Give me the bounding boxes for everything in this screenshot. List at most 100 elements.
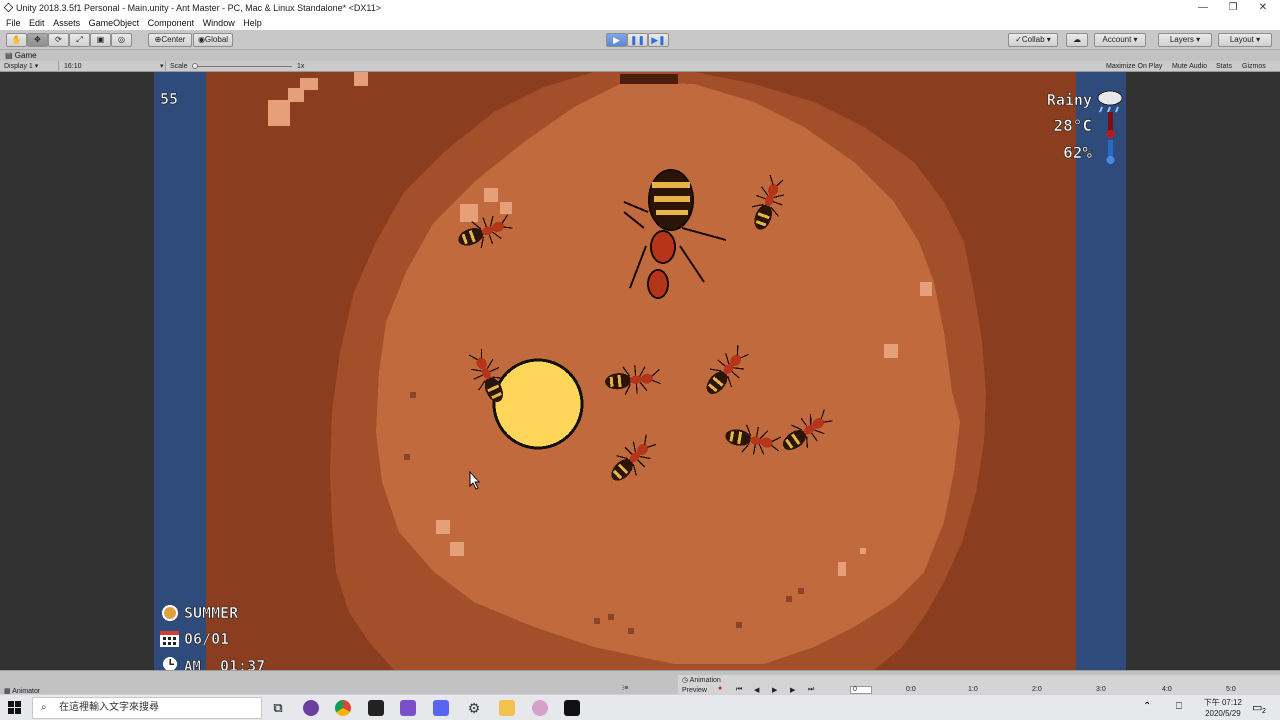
record-icon[interactable]: ● <box>718 685 722 692</box>
mute-audio-toggle[interactable]: Mute Audio <box>1172 62 1207 71</box>
scale-tool-button[interactable]: ⤢ <box>69 33 90 47</box>
account-label: Account <box>1102 35 1132 44</box>
aspect-label: 16:10 <box>64 63 82 70</box>
task-view-icon[interactable]: ⧉ <box>270 700 286 716</box>
search-placeholder: 在這裡輸入文字來搜尋 <box>59 702 159 713</box>
timeline-tick: 1:0 <box>968 686 978 693</box>
menu-gameobject[interactable]: GameObject <box>89 16 140 30</box>
visual-studio-icon[interactable] <box>400 700 416 716</box>
scale-slider[interactable] <box>194 66 292 67</box>
game-view[interactable]: 55 Rainy 28°C 62% SUMMER 06/01 AM 01:37 <box>0 72 1280 670</box>
pause-icon: ❚❚ <box>629 35 646 45</box>
pivot-center-button[interactable]: ⊕Center <box>148 33 192 47</box>
unity-icon <box>3 2 14 13</box>
chevron-down-icon: ▾ <box>160 63 164 70</box>
layout-dropdown[interactable]: Layout ▾ <box>1218 33 1272 47</box>
check-icon: ✓ <box>1015 35 1022 44</box>
ime-icon[interactable]: ⎕ <box>1176 701 1182 712</box>
notification-icon[interactable]: ▭ <box>1252 701 1262 714</box>
menu-edit[interactable]: Edit <box>29 16 45 30</box>
cloud-icon: ☁ <box>1073 35 1081 44</box>
close-button[interactable]: ✕ <box>1248 1 1278 15</box>
pause-button[interactable]: ❚❚ <box>627 33 648 47</box>
transform-tool-button[interactable]: ◎ <box>111 33 132 47</box>
clock-time: 下午 07:12 <box>1203 698 1242 707</box>
timeline-tick: 0:0 <box>906 686 916 693</box>
prev-frame-icon[interactable]: ◀ <box>754 686 759 694</box>
windows-taskbar: ⌕ 在這裡輸入文字來搜尋 ⧉ ⚙ ⌃ ⎕ 下午 07:12 2020/5/29 … <box>0 694 1280 720</box>
transform-icon: ◎ <box>118 35 125 44</box>
menu-bar: File Edit Assets GameObject Component Wi… <box>0 16 1280 30</box>
collab-dropdown[interactable]: ✓Collab ▾ <box>1008 33 1058 47</box>
menu-window[interactable]: Window <box>203 16 235 30</box>
frame-field[interactable]: 0 <box>850 686 872 694</box>
layout-label: Layout <box>1229 35 1254 44</box>
play-anim-icon[interactable]: ▶ <box>772 686 777 694</box>
rotate-icon: ⟳ <box>55 35 62 44</box>
paint-app-icon[interactable] <box>532 700 548 716</box>
discord-icon[interactable] <box>433 700 449 716</box>
aspect-dropdown[interactable]: 16:10 <box>64 62 82 71</box>
browser-app-icon[interactable] <box>303 700 319 716</box>
maximize-on-play-toggle[interactable]: Maximize On Play <box>1106 62 1162 71</box>
rect-tool-button[interactable]: ▣ <box>90 33 111 47</box>
play-button[interactable]: ▶ <box>606 33 627 47</box>
step-button[interactable]: ▶❚ <box>648 33 669 47</box>
layers-dropdown[interactable]: Layers ▾ <box>1158 33 1212 47</box>
ampm-label: AM <box>184 659 201 670</box>
timeline-tick: 3:0 <box>1096 686 1106 693</box>
last-frame-icon[interactable]: ⏭ <box>808 686 814 694</box>
timeline-tick: 2:0 <box>1032 686 1042 693</box>
scale-slider-thumb[interactable] <box>192 63 198 69</box>
humidity-readout: 62% <box>1063 143 1092 162</box>
game-view-controls: Display 1 ▾ 16:10 ▾ Scale 1x Maximize On… <box>0 61 1280 72</box>
space-global-button[interactable]: ◉Global <box>193 33 233 47</box>
preview-toggle[interactable]: Preview <box>682 687 707 694</box>
unity-editor-icon[interactable] <box>564 700 580 716</box>
calendar-icon <box>160 631 179 647</box>
restore-button[interactable]: ❐ <box>1218 1 1248 15</box>
food-blob[interactable] <box>492 358 584 450</box>
weather-label: Rainy <box>1047 91 1092 109</box>
hand-tool-button[interactable]: ✋ <box>6 33 27 47</box>
stats-toggle[interactable]: Stats <box>1216 62 1232 71</box>
date-label: 06/01 <box>184 630 229 648</box>
tab-animation[interactable]: ◷ Animation <box>682 676 721 684</box>
first-frame-icon[interactable]: ⏮ <box>736 686 742 694</box>
gizmos-dropdown[interactable]: Gizmos <box>1242 62 1266 71</box>
settings-gear-icon[interactable]: ⚙ <box>466 700 482 716</box>
timeline-tick: 5:0 <box>1226 686 1236 693</box>
display-dropdown[interactable]: Display 1 ▾ <box>4 62 38 71</box>
step-icon: ▶❚ <box>651 35 666 45</box>
menu-component[interactable]: Component <box>148 16 195 30</box>
panel-menu-icon[interactable]: ⁝≡ <box>622 684 628 692</box>
nest-entrance <box>620 74 678 84</box>
game-canvas[interactable]: 55 Rainy 28°C 62% SUMMER 06/01 AM 01:37 <box>154 72 1126 670</box>
timeline-tick: 4:0 <box>1162 686 1172 693</box>
display-label: Display 1 <box>4 63 33 70</box>
menu-file[interactable]: File <box>6 16 21 30</box>
chevron-up-icon[interactable]: ⌃ <box>1143 701 1151 712</box>
game-icon: ▤ <box>5 51 13 60</box>
tab-game-label: Game <box>14 51 37 60</box>
tab-game[interactable]: ▤ Game <box>5 51 37 60</box>
next-frame-icon[interactable]: ▶ <box>790 686 795 694</box>
minimize-button[interactable]: — <box>1188 1 1218 15</box>
taskbar-clock[interactable]: 下午 07:12 2020/5/29 <box>1204 697 1242 719</box>
menu-assets[interactable]: Assets <box>53 16 80 30</box>
move-tool-button[interactable]: ✥ <box>27 33 48 47</box>
menu-help[interactable]: Help <box>243 16 262 30</box>
taskbar-search-input[interactable]: ⌕ 在這裡輸入文字來搜尋 <box>32 697 262 719</box>
rotate-tool-button[interactable]: ⟳ <box>48 33 69 47</box>
scale-label: Scale <box>170 63 188 70</box>
hand-icon: ✋ <box>11 35 22 44</box>
chrome-icon[interactable] <box>335 700 351 716</box>
windows-start-icon[interactable] <box>8 701 22 715</box>
cloud-button[interactable]: ☁ <box>1066 33 1088 47</box>
divider <box>165 61 166 72</box>
account-dropdown[interactable]: Account ▾ <box>1094 33 1146 47</box>
window-titlebar: Unity 2018.3.5f1 Personal - Main.unity -… <box>0 0 1280 16</box>
file-explorer-icon[interactable] <box>499 700 515 716</box>
scale-icon: ⤢ <box>76 35 83 44</box>
unity-hub-icon[interactable] <box>368 700 384 716</box>
